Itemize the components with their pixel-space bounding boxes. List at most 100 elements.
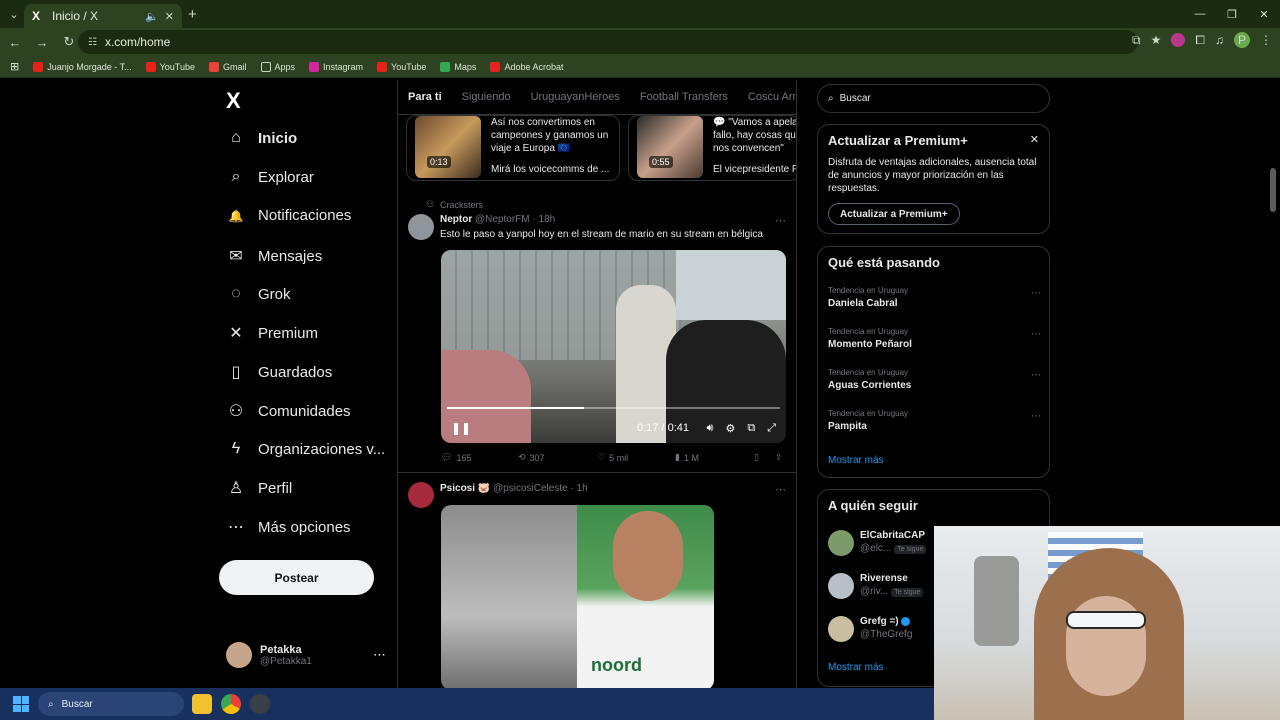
obs-icon[interactable]	[250, 694, 270, 714]
star-icon[interactable]: ★	[1151, 33, 1162, 47]
apps-grid-icon[interactable]: ⊞	[10, 60, 19, 73]
extensions-puzzle-icon[interactable]: ⧠	[1195, 33, 1205, 48]
trend-item[interactable]: Tendencia en Uruguay Momento Peñarol ⋯	[828, 327, 1041, 350]
extension-icon[interactable]	[1171, 33, 1186, 47]
bookmark-item[interactable]: YouTube	[145, 61, 195, 72]
forward-icon[interactable]: →	[30, 35, 54, 50]
follow-suggestion[interactable]: Grefg =) @TheGrefg	[828, 616, 912, 642]
tab-para-ti[interactable]: Para ti	[408, 91, 442, 103]
sidebar-item-grok[interactable]: ◌ Grok	[228, 285, 290, 303]
profile-avatar[interactable]: P	[1234, 32, 1250, 48]
sidebar-item-organizaciones[interactable]: ϟ Organizaciones v...	[228, 440, 386, 458]
author-name[interactable]: Psicosi 🐷	[440, 483, 490, 494]
video-progress-bar[interactable]	[447, 407, 780, 409]
settings-gear-icon[interactable]: ⚙	[725, 422, 735, 435]
tab-coscu-army[interactable]: Coscu Army	[748, 91, 796, 103]
tweet-more-icon[interactable]: ⋯	[775, 483, 786, 496]
pip-icon[interactable]: ⧉	[747, 422, 755, 435]
chrome-icon[interactable]	[221, 694, 241, 714]
sidebar-item-explorar[interactable]: ⌕ Explorar	[228, 168, 314, 186]
page-scrollbar[interactable]	[1270, 168, 1276, 212]
file-explorer-icon[interactable]	[192, 694, 212, 714]
sidebar-item-mensajes[interactable]: ✉ Mensajes	[228, 246, 322, 266]
author-name[interactable]: Neptor	[440, 214, 472, 225]
author-handle[interactable]: @psicosiCeleste	[493, 483, 568, 494]
account-switcher[interactable]: Petakka @Petakka1 ⋯	[226, 642, 386, 668]
x-favicon-icon: X	[32, 9, 41, 23]
fullscreen-icon[interactable]: ⤢	[767, 422, 776, 435]
premium-button[interactable]: Actualizar a Premium+	[828, 203, 960, 225]
reply-button[interactable]: 💬︎ 165	[441, 452, 471, 463]
tab-close-icon[interactable]: ✕	[165, 10, 174, 23]
menu-dots-icon[interactable]: ⋮	[1260, 33, 1272, 47]
bookmark-item[interactable]: Gmail	[208, 61, 247, 72]
repost-button[interactable]: ⟲ 307	[518, 452, 545, 463]
avatar[interactable]	[408, 482, 434, 508]
show-more-link[interactable]: Mostrar más	[828, 455, 884, 466]
windows-start-icon[interactable]	[13, 696, 29, 712]
address-bar[interactable]: ☷ x.com/home	[78, 30, 1138, 54]
sidebar-item-comunidades[interactable]: ⚇ Comunidades	[228, 401, 351, 421]
show-more-link[interactable]: Mostrar más	[828, 662, 884, 673]
new-tab-button[interactable]: +	[188, 6, 197, 23]
close-window-icon[interactable]: ✕	[1248, 0, 1280, 28]
more-circle-icon: ⋯	[228, 519, 244, 536]
bookmark-item[interactable]: YouTube	[377, 61, 426, 72]
more-dots-icon[interactable]: ⋯	[1031, 370, 1041, 381]
trophy-shelf	[974, 556, 1019, 646]
bookmark-button[interactable]: ▯	[754, 452, 759, 463]
more-dots-icon[interactable]: ⋯	[1031, 329, 1041, 340]
minimize-icon[interactable]: —	[1184, 0, 1216, 28]
tab-audio-icon[interactable]: 🔈	[145, 10, 159, 23]
search-input[interactable]: ⌕ Buscar	[817, 84, 1050, 113]
tab-football-transfers[interactable]: Football Transfers	[640, 91, 728, 103]
sidebar-item-premium[interactable]: ✕ Premium	[228, 323, 318, 343]
sidebar-item-mas-opciones[interactable]: ⋯ Más opciones	[228, 517, 351, 537]
bookmark-item[interactable]: Apps	[260, 61, 295, 72]
tab-uruguayanheroes[interactable]: UruguayanHeroes	[531, 91, 620, 103]
video-duration: 0:55	[649, 156, 673, 168]
share-button[interactable]: ⇪	[775, 452, 783, 463]
bookmark-item[interactable]: Adobe Acrobat	[490, 61, 563, 72]
video-player[interactable]: ❚❚ 0:17 / 0:41 🔊︎ ⚙ ⧉ ⤢	[441, 250, 786, 443]
tweet[interactable]: ⚇ Cracksters Neptor @NeptorFM · 18h ⋯ Es…	[398, 193, 796, 473]
sidebar-item-perfil[interactable]: ♙ Perfil	[228, 478, 292, 498]
more-dots-icon[interactable]: ⋯	[1031, 411, 1041, 422]
like-button[interactable]: ♡ 5 mil	[597, 452, 628, 463]
more-dots-icon[interactable]: ⋯	[373, 647, 386, 663]
trend-item[interactable]: Tendencia en Uruguay Daniela Cabral ⋯	[828, 286, 1041, 309]
restore-icon[interactable]: ❐	[1216, 0, 1248, 28]
taskbar-search[interactable]: ⌕ Buscar	[38, 692, 184, 716]
install-app-icon[interactable]: ⧉	[1132, 33, 1141, 48]
follow-suggestion[interactable]: Riverense @riv... Te sigue	[828, 573, 924, 599]
post-button[interactable]: Postear	[219, 560, 374, 595]
sidebar-item-inicio[interactable]: ⌂ Inicio	[228, 129, 297, 147]
tab-siguiendo[interactable]: Siguiendo	[462, 91, 511, 103]
trends-title: Qué está pasando	[828, 255, 940, 270]
views-button[interactable]: ▮ 1 M	[675, 452, 699, 463]
tweet[interactable]: Psicosi 🐷 @psicosiCeleste · 1h ⋯ noord	[398, 474, 796, 688]
more-dots-icon[interactable]: ⋯	[1031, 288, 1041, 299]
carousel-card[interactable]: 0:13 Así nos convertimos en campeones y …	[406, 115, 620, 181]
trend-item[interactable]: Tendencia en Uruguay Aguas Corrientes ⋯	[828, 368, 1041, 391]
browser-tab[interactable]: X Inicio / X 🔈 ✕	[24, 4, 182, 28]
carousel-card[interactable]: 0:55 💬 "Vamos a apela fallo, hay cosas q…	[628, 115, 796, 181]
sidebar-item-notificaciones[interactable]: 🔔 Notificaciones	[228, 207, 352, 224]
volume-icon[interactable]: 🔊︎	[707, 422, 714, 435]
tweet-more-icon[interactable]: ⋯	[775, 214, 786, 227]
follow-suggestion[interactable]: ElCabritaCAP @elc... Te sigue	[828, 530, 927, 556]
close-icon[interactable]: ✕	[1030, 133, 1039, 146]
author-handle[interactable]: @NeptorFM	[475, 214, 530, 225]
bookmark-item[interactable]: Juanjo Morgade - T...	[33, 61, 132, 72]
site-info-icon[interactable]: ☷	[88, 37, 97, 48]
sidebar-item-guardados[interactable]: ▯ Guardados	[228, 362, 333, 382]
avatar[interactable]	[408, 214, 434, 240]
media-control-icon[interactable]: ♫	[1215, 33, 1224, 47]
trend-item[interactable]: Tendencia en Uruguay Pampita ⋯	[828, 409, 1041, 432]
pause-icon[interactable]: ❚❚	[451, 421, 471, 435]
tweet-image[interactable]: noord	[441, 505, 714, 688]
bookmark-item[interactable]: Maps	[440, 61, 476, 72]
back-icon[interactable]: ←	[3, 35, 27, 50]
x-logo-icon[interactable]: X	[226, 88, 241, 114]
bookmark-item[interactable]: Instagram	[309, 61, 363, 72]
